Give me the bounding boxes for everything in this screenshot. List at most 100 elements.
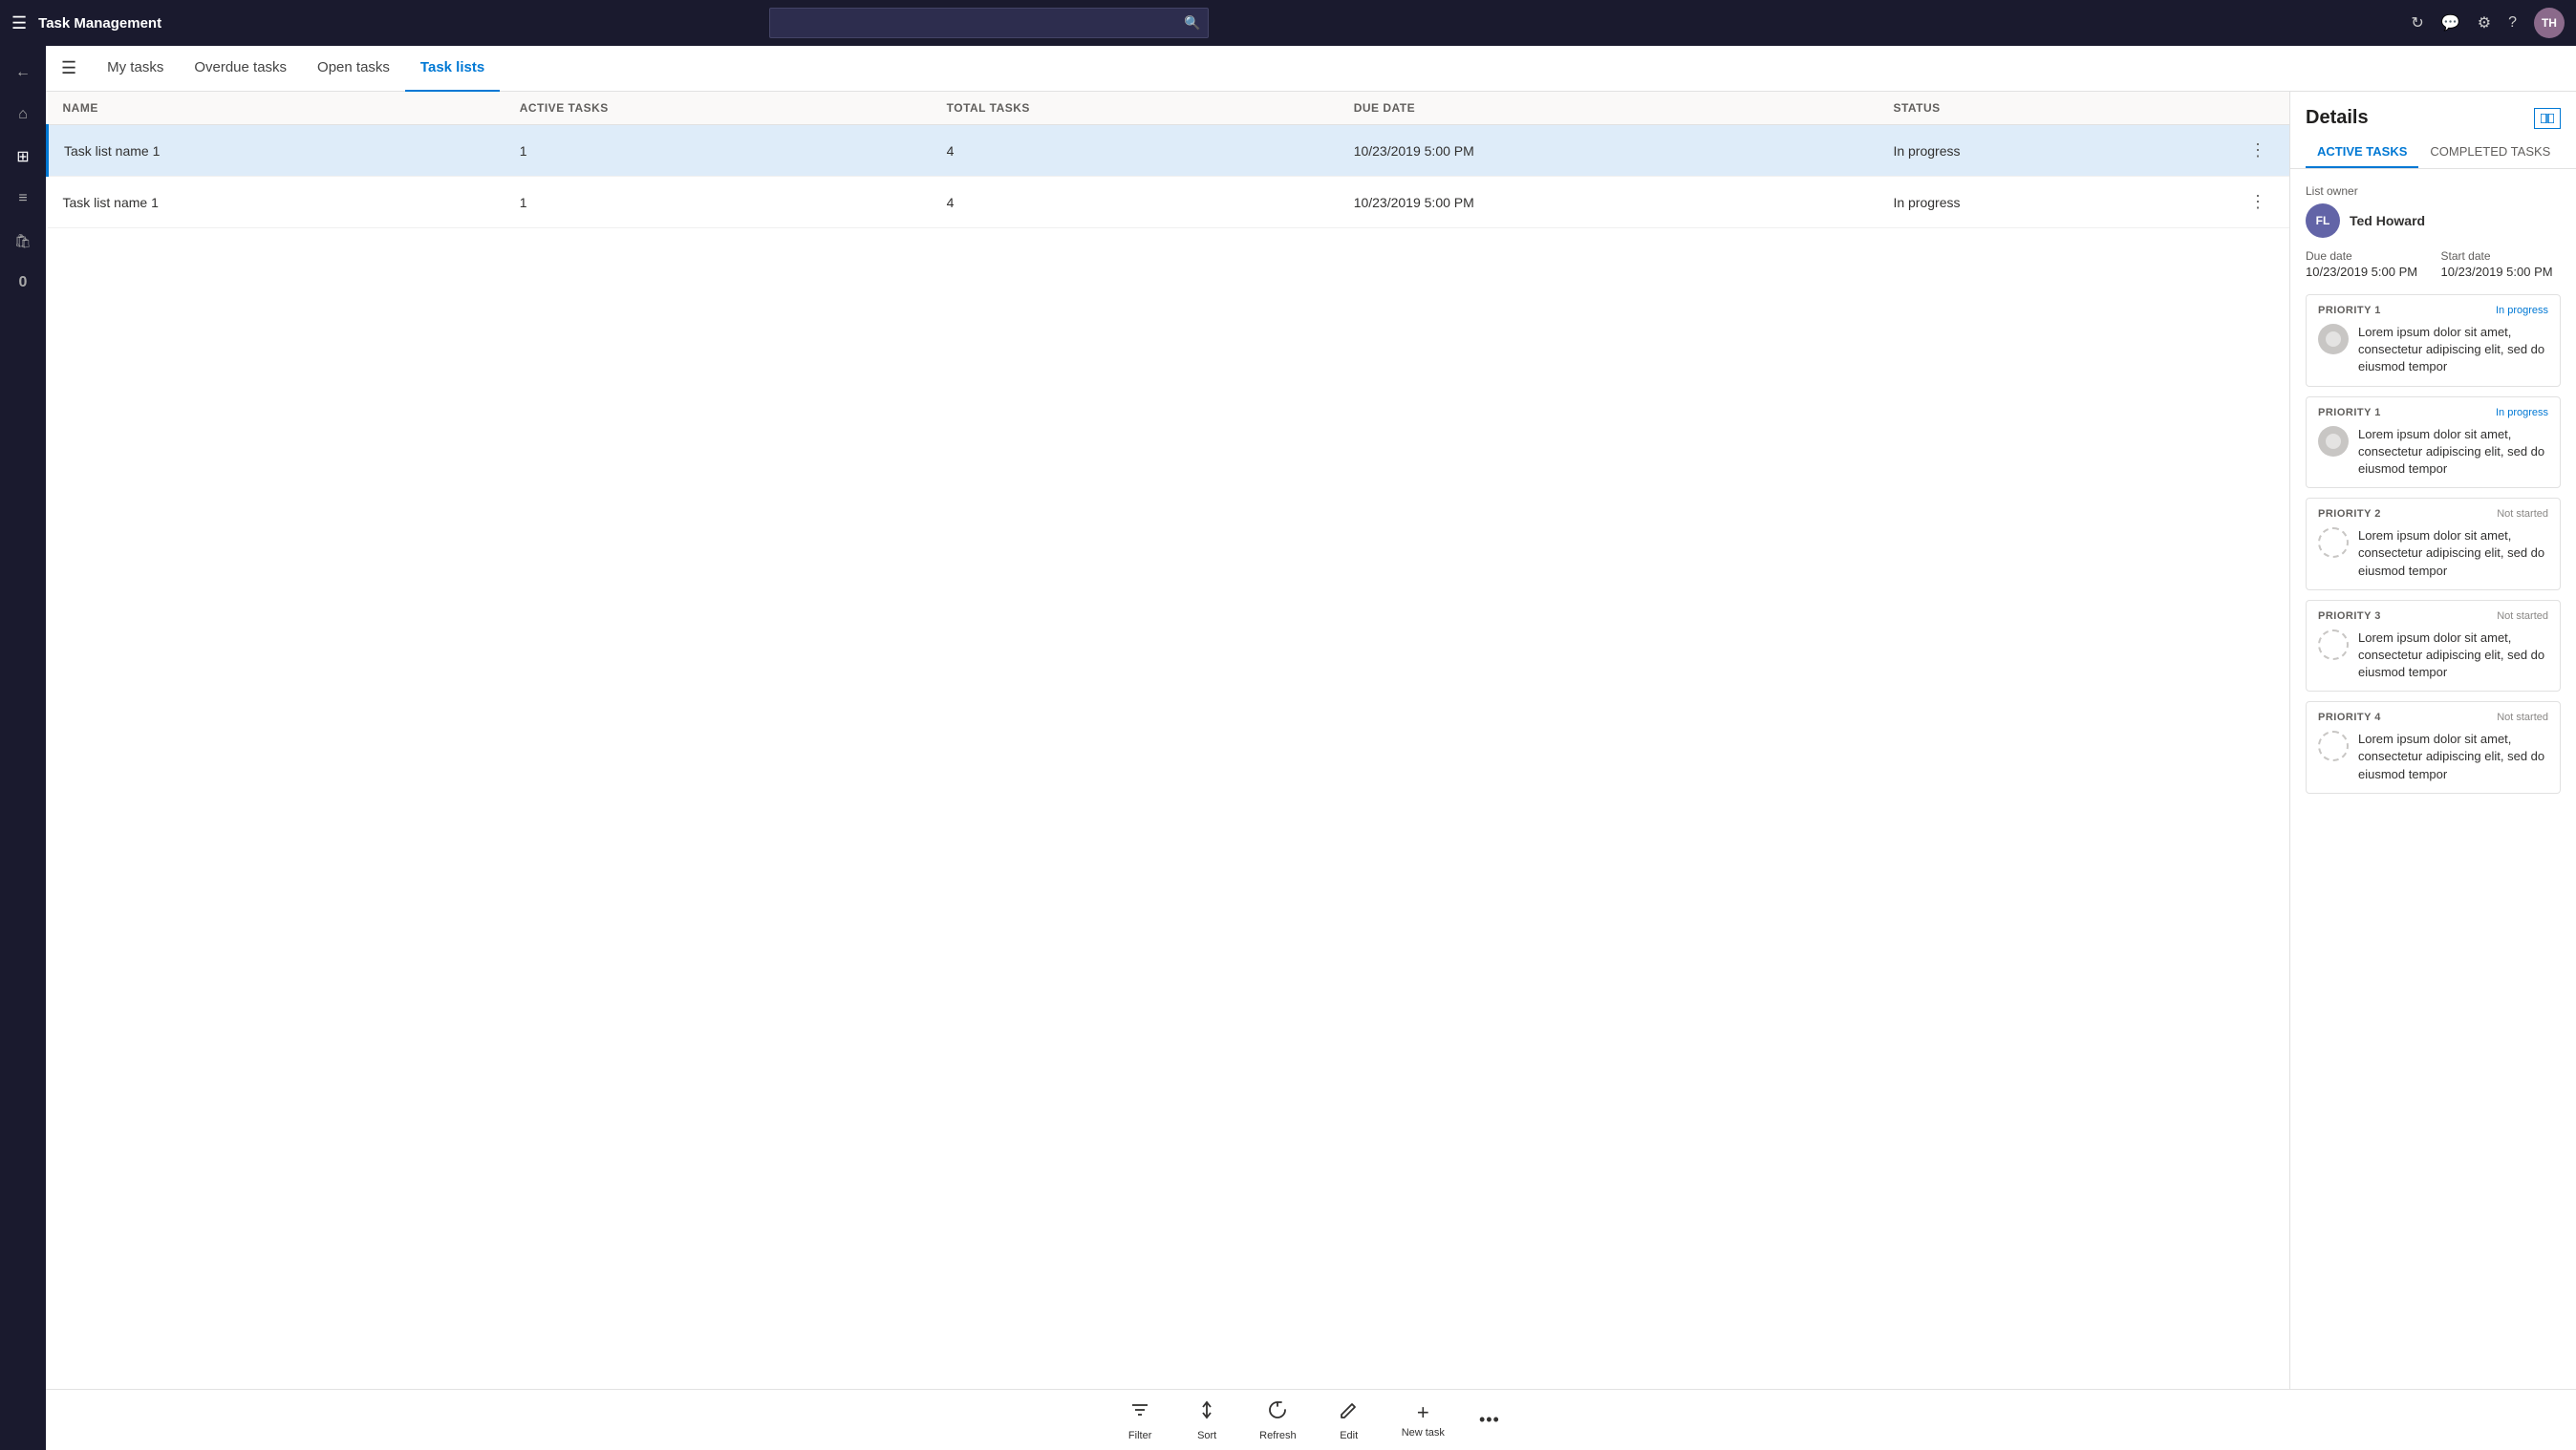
more-icon: •••: [1479, 1410, 1500, 1430]
col-header-due-date: DUE DATE: [1339, 92, 1878, 125]
start-date-col: Start date 10/23/2019 5:00 PM: [2441, 249, 2562, 279]
row-status: In progress: [1878, 177, 2226, 228]
filter-icon: [1129, 1399, 1150, 1426]
details-panel: Details ACTIVE TASKS COMPLETED TASKS: [2289, 92, 2576, 1389]
priority-card: PRIORITY 2 Not started Lorem ipsum dolor…: [2306, 498, 2561, 590]
details-title: Details: [2306, 107, 2369, 129]
priority-card: PRIORITY 3 Not started Lorem ipsum dolor…: [2306, 600, 2561, 693]
tab-task-lists[interactable]: Task lists: [405, 46, 500, 92]
sidebar-item-apps[interactable]: ⊞: [4, 138, 42, 176]
row-active-tasks: 1: [504, 125, 932, 177]
filter-button[interactable]: Filter: [1106, 1392, 1173, 1449]
priority-status: In progress: [2496, 407, 2548, 418]
new-task-button[interactable]: + New task: [1383, 1395, 1464, 1446]
more-button[interactable]: •••: [1464, 1402, 1515, 1438]
priority-card-header: PRIORITY 3 Not started: [2318, 610, 2548, 622]
col-header-status: STATUS: [1878, 92, 2226, 125]
settings-icon[interactable]: ⚙: [2478, 13, 2491, 32]
task-icon: [2318, 324, 2349, 354]
task-text: Lorem ipsum dolor sit amet, consectetur …: [2358, 324, 2548, 376]
owner-avatar: FL: [2306, 203, 2340, 238]
priority-label: PRIORITY 2: [2318, 508, 2381, 520]
start-date-label: Start date: [2441, 249, 2562, 263]
new-task-label: New task: [1402, 1427, 1445, 1439]
task-icon: [2318, 426, 2349, 457]
help-icon[interactable]: ?: [2508, 14, 2517, 32]
tab-completed-tasks[interactable]: COMPLETED TASKS: [2418, 137, 2562, 168]
tab-my-tasks[interactable]: My tasks: [92, 46, 179, 92]
priority-card-body: Lorem ipsum dolor sit amet, consectetur …: [2318, 527, 2548, 580]
row-active-tasks: 1: [504, 177, 932, 228]
table-row[interactable]: Task list name 1 1 4 10/23/2019 5:00 PM …: [48, 177, 2290, 228]
priority-card-header: PRIORITY 2 Not started: [2318, 508, 2548, 520]
tab-open-tasks[interactable]: Open tasks: [302, 46, 405, 92]
due-date-value: 10/23/2019 5:00 PM: [2306, 265, 2426, 279]
content-area: ☰ My tasks Overdue tasks Open tasks Task…: [46, 46, 2576, 1450]
priority-card: PRIORITY 1 In progress Lorem ipsum dolor…: [2306, 294, 2561, 387]
refresh-button[interactable]: Refresh: [1240, 1392, 1316, 1449]
top-nav: ☰ Task Management 🔍 ↻ 💬 ⚙ ? TH: [0, 0, 2576, 46]
row-name: Task list name 1: [48, 177, 504, 228]
col-header-total-tasks: TOTAL TASKS: [932, 92, 1339, 125]
owner-row: FL Ted Howard: [2306, 203, 2561, 238]
details-tabs: ACTIVE TASKS COMPLETED TASKS: [2290, 129, 2576, 169]
row-more-button[interactable]: ⋮: [2242, 137, 2274, 164]
sort-button[interactable]: Sort: [1173, 1392, 1240, 1449]
task-text: Lorem ipsum dolor sit amet, consectetur …: [2358, 629, 2548, 682]
notifications-icon[interactable]: 💬: [2441, 13, 2460, 32]
priority-card: PRIORITY 4 Not started Lorem ipsum dolor…: [2306, 701, 2561, 794]
task-icon: [2318, 731, 2349, 761]
priority-status: Not started: [2497, 610, 2548, 622]
details-header: Details: [2290, 92, 2576, 129]
row-more-button[interactable]: ⋮: [2242, 188, 2274, 216]
app-title: Task Management: [38, 15, 161, 32]
new-task-icon: +: [1417, 1402, 1429, 1423]
bottom-toolbar: Filter Sort: [46, 1389, 2576, 1450]
row-status: In progress: [1878, 125, 2226, 177]
sidebar-item-bag[interactable]: 🛍: [4, 222, 42, 260]
hamburger-icon[interactable]: ☰: [11, 13, 27, 33]
priority-label: PRIORITY 3: [2318, 610, 2381, 622]
refresh-icon[interactable]: ↻: [2411, 13, 2423, 32]
search-icon[interactable]: 🔍: [1184, 15, 1200, 32]
priority-card-header: PRIORITY 4 Not started: [2318, 712, 2548, 723]
sidebar-item-back[interactable]: ←: [4, 53, 42, 92]
edit-button[interactable]: Edit: [1316, 1392, 1383, 1449]
col-header-name: NAME: [48, 92, 504, 125]
priority-card-body: Lorem ipsum dolor sit amet, consectetur …: [2318, 324, 2548, 376]
row-total-tasks: 4: [932, 125, 1339, 177]
refresh-label: Refresh: [1259, 1430, 1297, 1441]
priority-status: Not started: [2497, 508, 2548, 520]
task-table-container: NAME ACTIVE TASKS TOTAL TASKS DUE DATE S…: [46, 92, 2289, 1389]
row-due-date: 10/23/2019 5:00 PM: [1339, 177, 1878, 228]
tab-active-tasks[interactable]: ACTIVE TASKS: [2306, 137, 2418, 168]
details-expand-button[interactable]: [2534, 108, 2561, 129]
search-input[interactable]: [769, 8, 1209, 38]
priority-card-header: PRIORITY 1 In progress: [2318, 407, 2548, 418]
tab-overdue-tasks[interactable]: Overdue tasks: [179, 46, 302, 92]
sidebar-item-list[interactable]: ≡: [4, 180, 42, 218]
row-total-tasks: 4: [932, 177, 1339, 228]
details-body: List owner FL Ted Howard Due date 10/23/…: [2290, 169, 2576, 1389]
sidebar-icons: ← ⌂ ⊞ ≡ 🛍 0: [0, 46, 46, 1450]
task-text: Lorem ipsum dolor sit amet, consectetur …: [2358, 527, 2548, 580]
sidebar-item-home[interactable]: ⌂: [4, 96, 42, 134]
secondary-hamburger-icon[interactable]: ☰: [61, 58, 76, 78]
priority-card: PRIORITY 1 In progress Lorem ipsum dolor…: [2306, 396, 2561, 489]
priority-card-header: PRIORITY 1 In progress: [2318, 305, 2548, 316]
task-icon: [2318, 527, 2349, 558]
table-row[interactable]: Task list name 1 1 4 10/23/2019 5:00 PM …: [48, 125, 2290, 177]
sidebar-item-zero[interactable]: 0: [4, 264, 42, 302]
row-due-date: 10/23/2019 5:00 PM: [1339, 125, 1878, 177]
secondary-nav: ☰ My tasks Overdue tasks Open tasks Task…: [46, 46, 2576, 92]
priority-status: Not started: [2497, 712, 2548, 723]
start-date-value: 10/23/2019 5:00 PM: [2441, 265, 2562, 279]
task-icon: [2318, 629, 2349, 660]
refresh-icon: [1267, 1399, 1288, 1426]
due-date-label: Due date: [2306, 249, 2426, 263]
priority-label: PRIORITY 1: [2318, 305, 2381, 316]
avatar[interactable]: TH: [2534, 8, 2565, 38]
priority-label: PRIORITY 1: [2318, 407, 2381, 418]
edit-label: Edit: [1340, 1430, 1358, 1441]
sort-label: Sort: [1197, 1430, 1216, 1441]
